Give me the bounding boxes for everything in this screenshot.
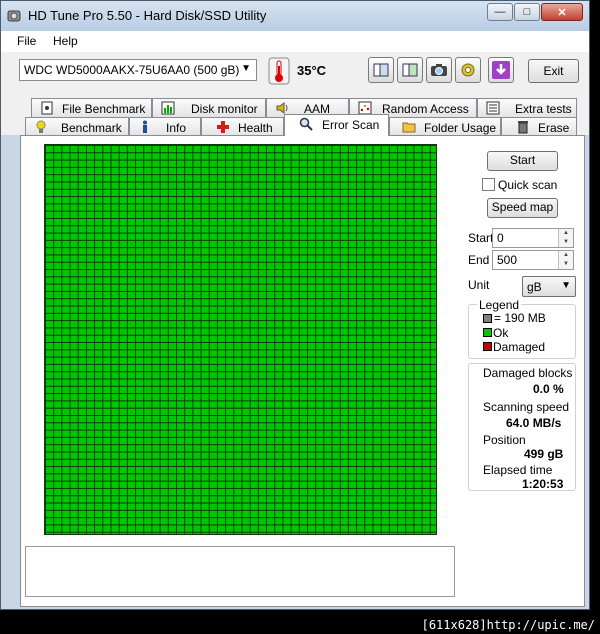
- scanning-speed-label: Scanning speed: [483, 400, 570, 414]
- tab-erase[interactable]: Erase: [501, 117, 577, 136]
- legend-size-text: = 190 MB: [494, 311, 546, 325]
- folder-icon: [402, 122, 416, 133]
- legend-ok-swatch: [483, 328, 492, 337]
- minimize-button[interactable]: —: [487, 3, 513, 21]
- damaged-blocks-label: Damaged blocks: [483, 366, 573, 380]
- chevron-down-icon: ▼: [241, 63, 251, 74]
- speaker-icon: [276, 102, 288, 114]
- health-cross-icon: [217, 121, 229, 133]
- disk-monitor-icon: [161, 101, 175, 115]
- drive-select[interactable]: WDC WD5000AAKX-75U6AA0 (500 gB) ▼: [19, 59, 257, 81]
- close-button[interactable]: ✕: [541, 3, 583, 21]
- tab-info[interactable]: Info: [129, 117, 201, 136]
- legend-damaged-swatch: [483, 342, 492, 351]
- elapsed-time-label: Elapsed time: [483, 463, 553, 477]
- temperature-readout: 35°C: [297, 63, 326, 78]
- spin-up-icon[interactable]: ▲: [558, 229, 573, 238]
- legend-ok-text: Ok: [493, 326, 509, 340]
- thermometer-icon: [268, 57, 290, 85]
- tab-extra-tests-label: Extra tests: [515, 102, 572, 116]
- magnifier-icon: [299, 117, 313, 131]
- tab-extra-tests[interactable]: Extra tests: [477, 98, 577, 117]
- image-watermark: [611x628]http://upic.me/: [421, 618, 595, 632]
- camera-icon: [431, 64, 447, 76]
- unit-label: Unit: [468, 278, 490, 292]
- tab-strip: File Benchmark Disk monitor AAM Random A…: [1, 93, 589, 136]
- start-stepper[interactable]: 0 ▲ ▼: [492, 228, 574, 248]
- download-arrow-icon: [492, 61, 510, 79]
- toolbar: WDC WD5000AAKX-75U6AA0 (500 gB) ▼ 35°C E…: [1, 52, 589, 93]
- window-title: HD Tune Pro 5.50 - Hard Disk/SSD Utility: [28, 8, 267, 23]
- lightbulb-icon: [36, 120, 46, 133]
- gear-icon: [461, 63, 475, 77]
- legend-damaged-text: Damaged: [493, 340, 546, 354]
- tab-disk-monitor-label: Disk monitor: [191, 102, 258, 116]
- position-value: 499 gB: [524, 447, 564, 461]
- screenshot-button[interactable]: [426, 57, 452, 83]
- trash-icon: [518, 121, 528, 134]
- copy-all-button[interactable]: [397, 57, 423, 83]
- end-stepper-value: 500: [497, 253, 518, 267]
- copy-all-icon: [402, 63, 418, 77]
- file-benchmark-icon: [41, 101, 53, 115]
- temperature-unit: °C: [311, 63, 327, 78]
- tab-error-scan-label: Error Scan: [322, 118, 380, 132]
- maximize-icon: □: [523, 6, 531, 18]
- tab-file-benchmark-label: File Benchmark: [62, 102, 146, 116]
- quick-scan-checkbox[interactable]: [482, 178, 495, 191]
- tab-disk-monitor[interactable]: Disk monitor: [152, 98, 266, 117]
- scanning-speed-value: 64.0 MB/s: [506, 416, 562, 430]
- random-access-icon: [358, 101, 372, 115]
- quick-scan-label: Quick scan: [498, 178, 558, 192]
- start-stepper-value: 0: [497, 231, 504, 245]
- chevron-down-icon: ▼: [561, 280, 571, 291]
- copy-icon: [373, 63, 389, 77]
- save-button[interactable]: [488, 57, 514, 83]
- options-button[interactable]: [455, 57, 481, 83]
- tab-error-scan[interactable]: Error Scan: [284, 114, 389, 136]
- menu-file[interactable]: File: [17, 34, 36, 48]
- end-stepper[interactable]: 500 ▲ ▼: [492, 250, 574, 270]
- unit-select-value: gB: [527, 280, 542, 294]
- drive-select-value: WDC WD5000AAKX-75U6AA0 (500 gB): [24, 63, 240, 77]
- tab-benchmark[interactable]: Benchmark: [25, 117, 129, 136]
- end-field-label: End: [468, 253, 490, 267]
- app-icon: [7, 10, 21, 22]
- spin-down-icon[interactable]: ▼: [558, 260, 573, 269]
- spin-down-icon[interactable]: ▼: [558, 238, 573, 247]
- copy-info-button[interactable]: [368, 57, 394, 83]
- scan-log-box[interactable]: [25, 546, 455, 597]
- position-label: Position: [483, 433, 526, 447]
- tab-file-benchmark[interactable]: File Benchmark: [31, 98, 152, 117]
- damaged-blocks-value: 0.0 %: [533, 382, 564, 396]
- temperature-value: 35: [297, 63, 312, 78]
- start-scan-button[interactable]: Start: [487, 151, 558, 171]
- legend-size-swatch: [483, 314, 492, 323]
- menu-help[interactable]: Help: [53, 34, 78, 48]
- tab-random-access-label: Random Access: [382, 102, 469, 116]
- unit-select[interactable]: gB ▼: [522, 276, 576, 297]
- tab-folder-usage[interactable]: Folder Usage: [389, 117, 501, 136]
- info-icon: [143, 120, 147, 133]
- exit-button[interactable]: Exit: [528, 59, 579, 83]
- minimize-icon: —: [494, 6, 506, 18]
- tab-health[interactable]: Health: [201, 117, 284, 136]
- speed-map-button[interactable]: Speed map: [487, 198, 558, 218]
- window-controls: — □ ✕: [486, 3, 583, 23]
- start-field-label: Start: [468, 231, 494, 245]
- extra-tests-icon: [486, 101, 500, 115]
- elapsed-time-value: 1:20:53: [522, 477, 564, 491]
- legend-title: Legend: [477, 298, 522, 312]
- error-scan-block-map: [44, 144, 437, 535]
- app-window: HD Tune Pro 5.50 - Hard Disk/SSD Utility…: [0, 0, 590, 610]
- close-icon: ✕: [557, 6, 567, 19]
- menu-bar: File Help: [1, 31, 589, 52]
- spin-up-icon[interactable]: ▲: [558, 251, 573, 260]
- maximize-button[interactable]: □: [514, 3, 540, 21]
- title-bar[interactable]: HD Tune Pro 5.50 - Hard Disk/SSD Utility…: [1, 1, 589, 31]
